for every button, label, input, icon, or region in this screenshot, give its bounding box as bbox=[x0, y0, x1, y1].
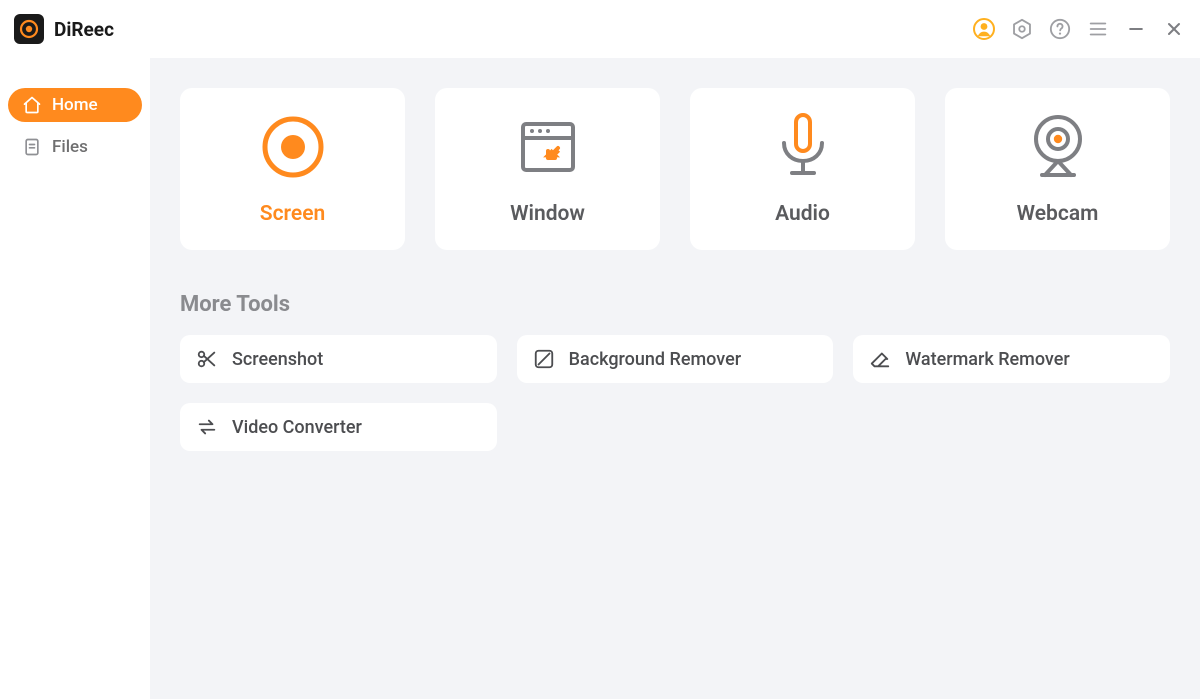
webcam-icon bbox=[1023, 112, 1093, 182]
close-button[interactable] bbox=[1162, 17, 1186, 41]
recorder-card-window[interactable]: Window bbox=[435, 88, 660, 250]
tool-label: Background Remover bbox=[569, 349, 741, 370]
sidebar-item-label: Home bbox=[52, 95, 98, 115]
account-button[interactable] bbox=[972, 17, 996, 41]
app-name: DiReec bbox=[54, 18, 114, 41]
app-logo bbox=[14, 14, 44, 44]
swap-icon bbox=[196, 416, 218, 438]
menu-button[interactable] bbox=[1086, 17, 1110, 41]
more-tools-title: More Tools bbox=[180, 292, 1170, 317]
sidebar-item-label: Files bbox=[52, 137, 88, 157]
tool-label: Screenshot bbox=[232, 349, 323, 370]
settings-button[interactable] bbox=[1010, 17, 1034, 41]
minimize-button[interactable] bbox=[1124, 17, 1148, 41]
record-icon bbox=[19, 19, 39, 39]
window-icon bbox=[513, 112, 583, 182]
eraser-icon bbox=[869, 348, 891, 370]
recorder-card-audio[interactable]: Audio bbox=[690, 88, 915, 250]
recorder-card-webcam[interactable]: Webcam bbox=[945, 88, 1170, 250]
sidebar-item-home[interactable]: Home bbox=[8, 88, 142, 122]
card-label: Window bbox=[510, 202, 585, 226]
recorder-card-screen[interactable]: Screen bbox=[180, 88, 405, 250]
tool-watermark-remover[interactable]: Watermark Remover bbox=[853, 335, 1170, 383]
help-button[interactable] bbox=[1048, 17, 1072, 41]
tool-screenshot[interactable]: Screenshot bbox=[180, 335, 497, 383]
sidebar: Home Files bbox=[0, 58, 150, 699]
close-icon bbox=[1164, 19, 1184, 39]
user-icon bbox=[972, 17, 996, 41]
gear-icon bbox=[1011, 18, 1033, 40]
card-label: Audio bbox=[775, 202, 830, 226]
tool-video-converter[interactable]: Video Converter bbox=[180, 403, 497, 451]
screen-record-icon bbox=[258, 112, 328, 182]
minimize-icon bbox=[1126, 19, 1146, 39]
titlebar-actions bbox=[972, 17, 1186, 41]
tool-background-remover[interactable]: Background Remover bbox=[517, 335, 834, 383]
titlebar: DiReec bbox=[0, 0, 1200, 58]
more-tools-grid: Screenshot Background Remover Watermark … bbox=[180, 335, 1170, 383]
recorder-cards: Screen Window bbox=[180, 88, 1170, 250]
microphone-icon bbox=[768, 112, 838, 182]
card-label: Webcam bbox=[1017, 202, 1099, 226]
sidebar-item-files[interactable]: Files bbox=[8, 130, 142, 164]
file-icon bbox=[22, 137, 42, 157]
home-icon bbox=[22, 95, 42, 115]
scissors-icon bbox=[196, 348, 218, 370]
main-content: Screen Window bbox=[150, 58, 1200, 699]
menu-icon bbox=[1087, 18, 1109, 40]
tool-label: Watermark Remover bbox=[905, 349, 1069, 370]
background-remove-icon bbox=[533, 348, 555, 370]
help-icon bbox=[1049, 18, 1071, 40]
card-label: Screen bbox=[260, 202, 325, 226]
tool-label: Video Converter bbox=[232, 417, 362, 438]
